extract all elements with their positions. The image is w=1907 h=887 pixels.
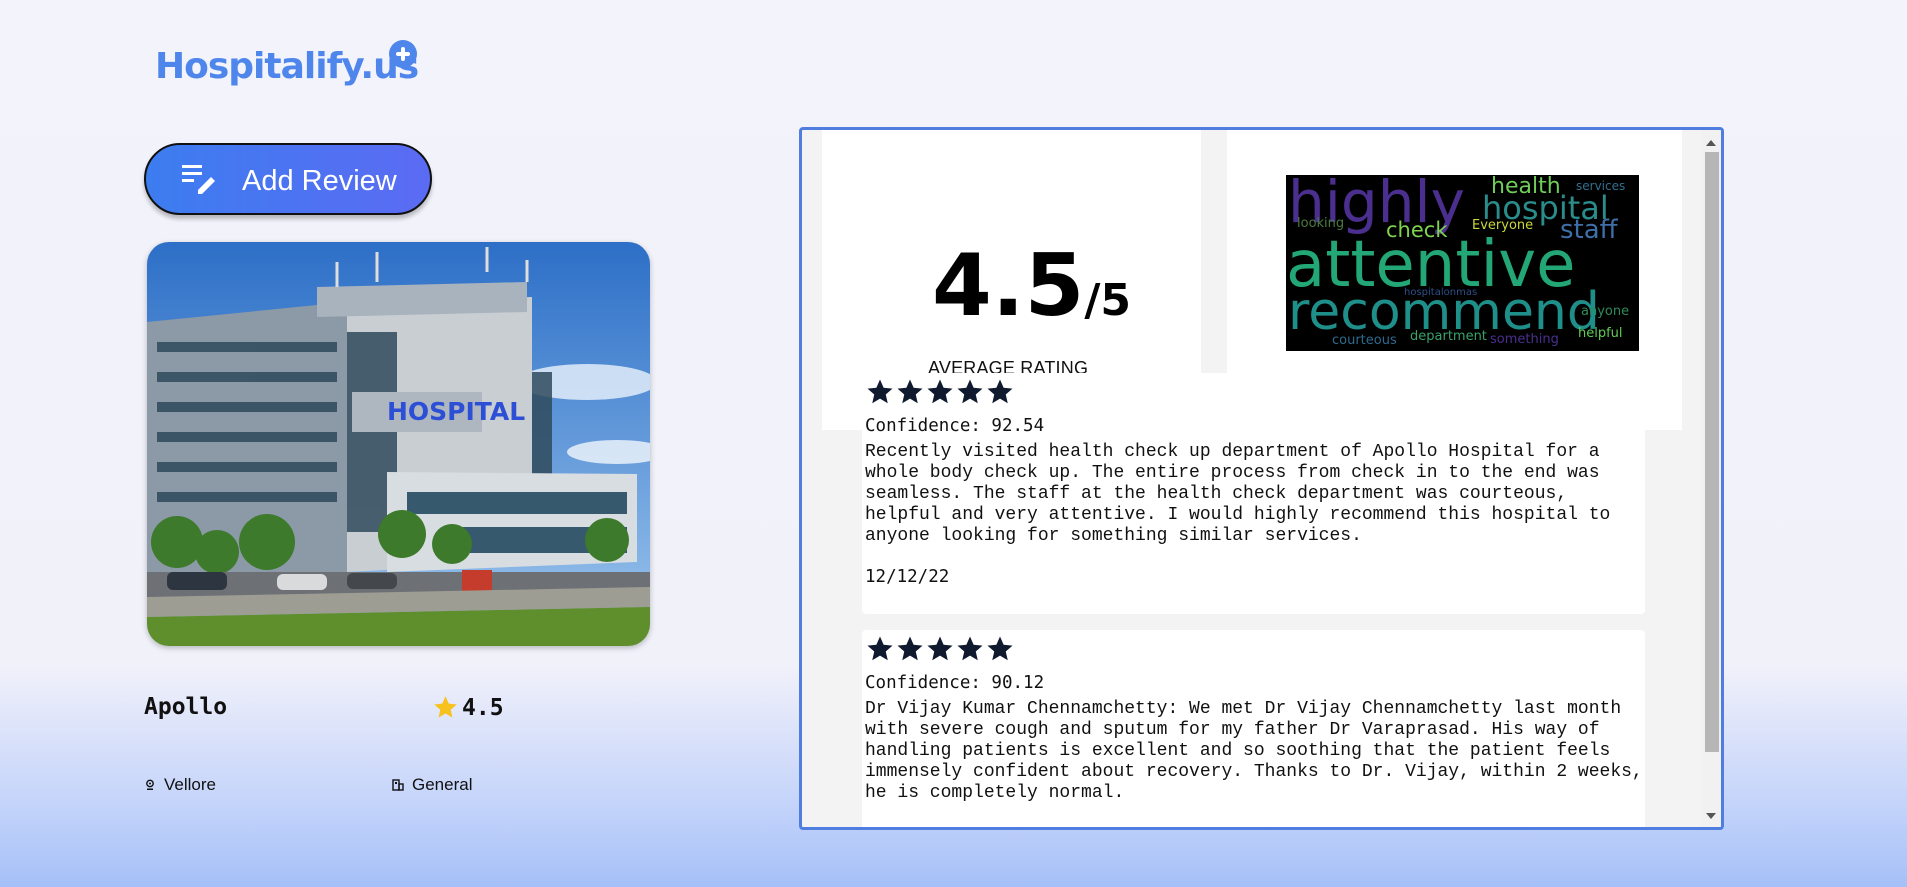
star-icon [927, 379, 953, 404]
review-card: Confidence: 92.54 Recently visited healt… [862, 373, 1645, 614]
star-icon [897, 379, 923, 404]
reviews-panel[interactable]: 4.5/5 AVERAGE RATING highly health servi… [799, 127, 1724, 830]
edit-list-icon [182, 165, 215, 194]
star-icon [867, 379, 893, 404]
star-icon [927, 636, 953, 661]
add-review-label: Add Review [242, 165, 397, 197]
review-confidence: Confidence: 92.54 [865, 416, 1045, 436]
review-text: Dr Vijay Kumar Chennamchetty: We met Dr … [865, 699, 1643, 803]
hospital-name: Apollo [144, 694, 228, 720]
word-cloud: highly health services hospital looking … [1286, 175, 1639, 351]
wordcloud-word: courteous [1332, 333, 1397, 348]
hospital-rating-value: 4.5 [462, 694, 504, 721]
scroll-thumb[interactable] [1705, 152, 1719, 752]
review-card: Confidence: 90.12 Dr Vijay Kumar Chennam… [862, 630, 1645, 827]
plus-circle-icon [389, 40, 417, 68]
review-stars [865, 634, 1015, 664]
review-date: 12/12/22 [865, 567, 950, 587]
hospital-location: Vellore [144, 775, 216, 795]
review-text: Recently visited health check up departm… [865, 442, 1611, 546]
star-icon [897, 636, 923, 661]
wordcloud-word: something [1490, 332, 1559, 347]
star-icon [867, 636, 893, 661]
average-rating-value: 4.5 [932, 236, 1085, 336]
review-stars [865, 377, 1015, 407]
brand-logo[interactable]: Hospitalify.us [155, 46, 419, 87]
building-icon [392, 779, 404, 791]
location-pin-icon [146, 779, 154, 790]
wordcloud-word: hospitalonmas [1404, 287, 1478, 298]
hospital-location-text: Vellore [164, 775, 216, 794]
summary-divider [1201, 130, 1227, 373]
star-icon [987, 636, 1013, 661]
average-rating: 4.5/5 [932, 236, 1131, 336]
scroll-down-arrow-icon[interactable] [1706, 813, 1716, 819]
hospital-sign: HOSPITAL [387, 397, 525, 426]
wordcloud-word: helpful [1578, 326, 1623, 341]
star-icon [957, 636, 983, 661]
hospital-rating: 4.5 [432, 694, 504, 721]
review-confidence: Confidence: 90.12 [865, 673, 1045, 693]
star-icon [987, 379, 1013, 404]
hospital-type-text: General [412, 775, 473, 794]
wordcloud-word: department [1410, 329, 1487, 344]
wordcloud-word: anyone [1581, 304, 1630, 319]
star-icon [434, 696, 457, 718]
star-icon [957, 379, 983, 404]
scroll-up-arrow-icon[interactable] [1706, 140, 1716, 146]
hospital-image: HOSPITAL [147, 242, 650, 646]
average-rating-max: /5 [1084, 275, 1132, 326]
add-review-button[interactable]: Add Review [144, 143, 432, 215]
hospital-type: General [392, 775, 472, 795]
scrollbar[interactable] [1702, 130, 1721, 827]
